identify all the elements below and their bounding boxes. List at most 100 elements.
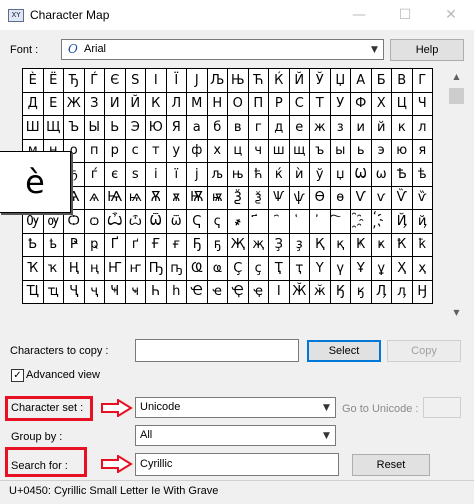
advanced-view-checkbox[interactable]: ✓ — [11, 369, 24, 382]
character-cell[interactable]: ж — [309, 115, 331, 140]
character-cell[interactable]: Ц — [391, 91, 413, 116]
character-cell[interactable]: С — [288, 91, 310, 116]
character-cell[interactable]: ҈ — [350, 209, 372, 234]
character-cell[interactable]: Д — [22, 91, 44, 116]
character-cell[interactable]: И — [104, 91, 126, 116]
character-cell[interactable]: Ф — [350, 91, 372, 116]
grid-scrollbar[interactable]: ▲ ▼ — [448, 68, 465, 321]
character-cell[interactable]: ҙ — [288, 232, 310, 257]
search-input[interactable]: Cyrillic — [135, 453, 339, 476]
character-cell[interactable]: Й — [288, 68, 310, 93]
character-cell[interactable]: ѝ — [288, 162, 310, 187]
character-cell[interactable]: ҥ — [124, 256, 146, 281]
character-cell[interactable]: ҷ — [83, 279, 105, 304]
character-cell[interactable]: ы — [329, 138, 351, 163]
character-cell[interactable]: ғ — [165, 232, 187, 257]
character-cell[interactable]: Ҥ — [104, 256, 126, 281]
character-cell[interactable]: г — [247, 115, 269, 140]
characters-to-copy-input[interactable] — [135, 339, 299, 362]
character-cell[interactable]: щ — [288, 138, 310, 163]
character-cell[interactable]: ф — [186, 138, 208, 163]
character-cell[interactable]: һ — [165, 279, 187, 304]
character-cell[interactable]: ҡ — [42, 256, 64, 281]
character-cell[interactable]: Ж — [63, 91, 85, 116]
scroll-thumb[interactable] — [449, 88, 464, 104]
character-cell[interactable]: Љ — [206, 68, 228, 93]
character-cell[interactable]: Ұ — [350, 256, 372, 281]
character-cell[interactable]: Ѯ — [227, 185, 249, 210]
font-dropdown[interactable]: O Arial ▼ — [61, 39, 384, 60]
go-to-unicode-input[interactable] — [423, 397, 461, 418]
character-set-dropdown[interactable]: Unicode ▼ — [135, 397, 336, 418]
character-cell[interactable]: Ҫ — [227, 256, 249, 281]
character-cell[interactable]: Щ — [42, 115, 64, 140]
character-cell[interactable]: Ҍ — [22, 232, 44, 257]
scroll-up-icon[interactable]: ▲ — [448, 68, 465, 85]
character-cell[interactable]: Ѣ — [391, 162, 413, 187]
character-cell[interactable]: Ү — [309, 256, 331, 281]
character-cell[interactable]: ѵ — [370, 185, 392, 210]
character-cell[interactable]: Й — [124, 91, 146, 116]
character-cell[interactable]: л — [411, 115, 433, 140]
character-cell[interactable]: Б — [370, 68, 392, 93]
close-button[interactable]: ✕ — [428, 0, 474, 30]
character-cell[interactable]: Ӄ — [329, 279, 351, 304]
character-cell[interactable]: Ӏ — [268, 279, 290, 304]
character-cell[interactable]: ҧ — [165, 256, 187, 281]
character-cell[interactable]: ҉ — [370, 209, 392, 234]
character-cell[interactable]: ѽ — [124, 209, 146, 234]
character-cell[interactable]: ѓ — [83, 162, 105, 187]
character-cell[interactable]: Ѵ — [350, 185, 372, 210]
character-cell[interactable]: ҫ — [247, 256, 269, 281]
character-cell[interactable]: Ң — [63, 256, 85, 281]
reset-button[interactable]: Reset — [352, 454, 430, 476]
character-cell[interactable]: Ҹ — [104, 279, 126, 304]
character-cell[interactable]: Ъ — [63, 115, 85, 140]
character-cell[interactable]: ъ — [309, 138, 331, 163]
character-cell[interactable]: ј — [186, 162, 208, 187]
character-cell[interactable]: Ҵ — [22, 279, 44, 304]
character-cell[interactable]: Ӈ — [411, 279, 433, 304]
character-cell[interactable]: Ѭ — [186, 185, 208, 210]
character-cell[interactable]: Ш — [22, 115, 44, 140]
character-cell[interactable]: Ҙ — [268, 232, 290, 257]
character-cell[interactable]: Я — [165, 115, 187, 140]
character-cell[interactable]: ҍ — [42, 232, 64, 257]
character-cell[interactable]: з — [329, 115, 351, 140]
character-cell[interactable]: ѧ — [83, 185, 105, 210]
character-cell[interactable]: ѯ — [247, 185, 269, 210]
character-cell[interactable]: А — [350, 68, 372, 93]
character-cell[interactable]: Ђ — [63, 68, 85, 93]
character-cell[interactable]: ҅ — [288, 209, 310, 234]
character-cell[interactable]: Ҭ — [268, 256, 290, 281]
character-cell[interactable]: ѷ — [411, 185, 433, 210]
character-cell[interactable]: Ѿ — [145, 209, 167, 234]
character-cell[interactable]: М — [186, 91, 208, 116]
character-cell[interactable]: ҇ — [329, 209, 351, 234]
character-cell[interactable]: ў — [309, 162, 331, 187]
character-cell[interactable]: у — [165, 138, 187, 163]
help-button[interactable]: Help — [390, 39, 464, 61]
character-cell[interactable]: ҹ — [124, 279, 146, 304]
character-cell[interactable]: Л — [165, 91, 187, 116]
character-cell[interactable]: ѿ — [165, 209, 187, 234]
character-cell[interactable]: Ҩ — [186, 256, 208, 281]
character-cell[interactable]: ѕ — [124, 162, 146, 187]
character-cell[interactable]: а — [186, 115, 208, 140]
character-cell[interactable]: Ѽ — [104, 209, 126, 234]
character-cell[interactable]: е — [288, 115, 310, 140]
character-cell[interactable]: є — [104, 162, 126, 187]
character-cell[interactable]: Ҽ — [186, 279, 208, 304]
character-cell[interactable]: ҁ — [206, 209, 228, 234]
character-cell[interactable]: ь — [350, 138, 372, 163]
character-cell[interactable]: җ — [247, 232, 269, 257]
copy-button[interactable]: Copy — [387, 340, 461, 362]
character-cell[interactable]: Ь — [104, 115, 126, 140]
character-cell[interactable]: З — [83, 91, 105, 116]
character-cell[interactable]: Х — [370, 91, 392, 116]
character-cell[interactable]: Г — [411, 68, 433, 93]
character-cell[interactable]: ѫ — [165, 185, 187, 210]
character-cell[interactable]: ш — [268, 138, 290, 163]
character-cell[interactable]: Є — [104, 68, 126, 93]
character-cell[interactable]: Ї — [165, 68, 187, 93]
